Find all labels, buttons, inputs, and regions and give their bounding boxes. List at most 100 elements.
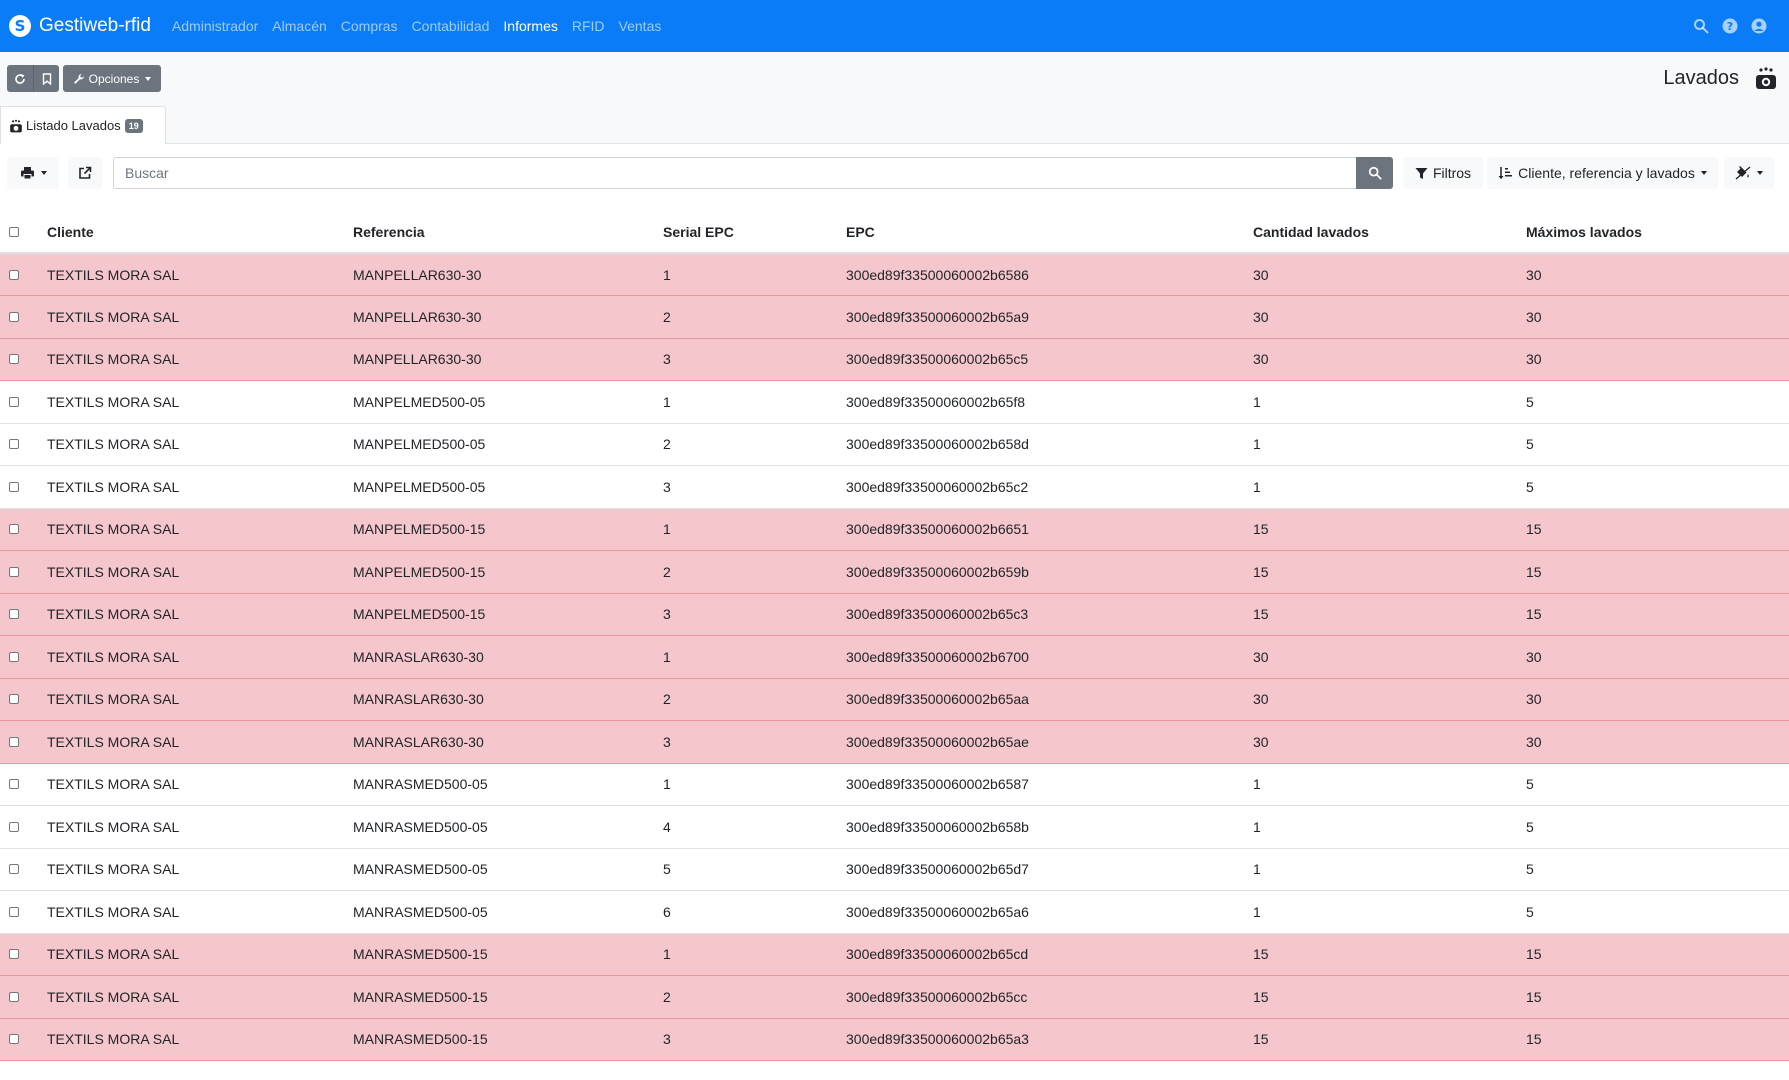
table-row[interactable]: TEXTILS MORA SAL MANPELMED500-05 2 300ed89f… <box>0 423 1789 466</box>
row-checkbox[interactable] <box>9 354 19 365</box>
table-row[interactable]: TEXTILS MORA SAL MANPELMED500-05 1 300ed89f… <box>0 380 1789 424</box>
color-dropdown-button[interactable] <box>1724 157 1774 189</box>
row-checkbox[interactable] <box>9 779 19 790</box>
table-row[interactable]: TEXTILS MORA SAL MANPELMED500-05 3 300ed89f… <box>0 465 1789 509</box>
row-checkbox[interactable] <box>9 311 19 322</box>
cell-maximos-lavados: 5 <box>1526 380 1789 424</box>
row-checkbox[interactable] <box>9 481 19 492</box>
cell-cantidad-lavados: 15 <box>1253 593 1526 636</box>
filters-button[interactable]: Filtros <box>1403 157 1483 189</box>
table-row[interactable]: TEXTILS MORA SAL MANPELMED500-15 1 300ed89f… <box>0 508 1789 551</box>
help-icon[interactable]: ? <box>1722 18 1738 34</box>
cell-cantidad-lavados: 1 <box>1253 423 1526 466</box>
cell-serial-epc: 3 <box>663 465 846 509</box>
nav-item-contabilidad[interactable]: Contabilidad <box>412 18 490 34</box>
cell-cliente: TEXTILS MORA SAL <box>47 805 353 849</box>
table-row[interactable]: TEXTILS MORA SAL MANRASMED500-05 6 300ed89f… <box>0 890 1789 934</box>
user-icon[interactable] <box>1751 18 1767 34</box>
cell-cliente: TEXTILS MORA SAL <box>47 423 353 466</box>
column-header-serial-epc[interactable]: Serial EPC <box>663 211 846 254</box>
cell-serial-epc: 1 <box>663 635 846 679</box>
nav-item-rfid[interactable]: RFID <box>572 18 605 34</box>
nav-item-almacen[interactable]: Almacén <box>272 18 326 34</box>
options-dropdown-button[interactable]: Opciones <box>63 65 161 92</box>
nav-item-ventas[interactable]: Ventas <box>619 18 662 34</box>
cell-cliente: TEXTILS MORA SAL <box>47 975 353 1019</box>
row-checkbox[interactable] <box>9 439 19 450</box>
select-all-checkbox[interactable] <box>9 226 19 237</box>
lavados-table: Cliente Referencia Serial EPC EPC Cantid… <box>0 211 1789 1061</box>
chevron-down-icon <box>145 76 152 81</box>
table-row[interactable]: TEXTILS MORA SAL MANRASMED500-15 2 300ed89f… <box>0 975 1789 1019</box>
cell-serial-epc: 3 <box>663 338 846 381</box>
table-row[interactable]: TEXTILS MORA SAL MANRASLAR630-30 1 300ed89f… <box>0 635 1789 679</box>
cell-cantidad-lavados: 15 <box>1253 508 1526 551</box>
table-row[interactable]: TEXTILS MORA SAL MANPELLAR630-30 2 300ed89f… <box>0 295 1789 339</box>
cell-epc: 300ed89f33500060002b6700 <box>846 635 1253 679</box>
bookmark-button[interactable] <box>33 65 59 92</box>
sort-dropdown-button[interactable]: Cliente, referencia y lavados <box>1487 157 1718 189</box>
cell-cliente: TEXTILS MORA SAL <box>47 550 353 594</box>
brand[interactable]: Gestiweb-rfid <box>9 15 151 37</box>
table-row[interactable]: TEXTILS MORA SAL MANRASMED500-05 1 300ed89f… <box>0 763 1789 806</box>
column-header-cliente[interactable]: Cliente <box>47 211 353 254</box>
search-input[interactable] <box>113 157 1357 189</box>
row-checkbox[interactable] <box>9 396 19 407</box>
cell-epc: 300ed89f33500060002b65c3 <box>846 593 1253 636</box>
row-checkbox[interactable] <box>9 609 19 620</box>
row-checkbox[interactable] <box>9 524 19 535</box>
cell-serial-epc: 6 <box>663 890 846 934</box>
cell-maximos-lavados: 5 <box>1526 423 1789 466</box>
cell-cantidad-lavados: 15 <box>1253 975 1526 1019</box>
nav-item-informes[interactable]: Informes <box>503 18 557 34</box>
row-checkbox[interactable] <box>9 694 19 705</box>
table-row[interactable]: TEXTILS MORA SAL MANPELLAR630-30 3 300ed89f… <box>0 338 1789 381</box>
column-header-epc[interactable]: EPC <box>846 211 1253 254</box>
row-checkbox[interactable] <box>9 991 19 1002</box>
column-header-cantidad-lavados[interactable]: Cantidad lavados <box>1253 211 1526 254</box>
cell-serial-epc: 5 <box>663 848 846 891</box>
cell-cantidad-lavados: 1 <box>1253 805 1526 849</box>
row-checkbox[interactable] <box>9 269 19 280</box>
search-button[interactable] <box>1356 157 1393 189</box>
row-checkbox[interactable] <box>9 1034 19 1045</box>
row-checkbox[interactable] <box>9 566 19 577</box>
row-checkbox[interactable] <box>9 736 19 747</box>
nav-item-administrador[interactable]: Administrador <box>172 18 258 34</box>
tab-listado-lavados[interactable]: Listado Lavados 19 <box>0 106 166 144</box>
cell-serial-epc: 1 <box>663 380 846 424</box>
table-row[interactable]: TEXTILS MORA SAL MANRASMED500-05 4 300ed89f… <box>0 805 1789 849</box>
table-row[interactable]: TEXTILS MORA SAL MANRASLAR630-30 3 300ed89f… <box>0 720 1789 764</box>
table-row[interactable]: TEXTILS MORA SAL MANRASMED500-15 3 300ed89f… <box>0 1018 1789 1061</box>
bookmark-icon <box>42 72 51 85</box>
row-checkbox[interactable] <box>9 906 19 917</box>
table-row[interactable]: TEXTILS MORA SAL MANPELMED500-15 3 300ed89f… <box>0 593 1789 636</box>
table-row[interactable]: TEXTILS MORA SAL MANRASLAR630-30 2 300ed89f… <box>0 678 1789 721</box>
column-header-maximos-lavados[interactable]: Máximos lavados <box>1526 211 1789 254</box>
row-checkbox[interactable] <box>9 651 19 662</box>
cell-cliente: TEXTILS MORA SAL <box>47 720 353 764</box>
print-dropdown-button[interactable] <box>7 157 59 189</box>
table-row[interactable]: TEXTILS MORA SAL MANPELMED500-15 2 300ed89f… <box>0 550 1789 594</box>
reload-button[interactable] <box>7 65 33 92</box>
nav-item-compras[interactable]: Compras <box>341 18 398 34</box>
cell-epc: 300ed89f33500060002b65a3 <box>846 1018 1253 1061</box>
column-header-referencia[interactable]: Referencia <box>353 211 663 254</box>
cell-cliente: TEXTILS MORA SAL <box>47 253 353 296</box>
row-checkbox[interactable] <box>9 864 19 875</box>
row-checkbox[interactable] <box>9 821 19 832</box>
cell-epc: 300ed89f33500060002b659b <box>846 550 1253 594</box>
row-checkbox[interactable] <box>9 949 19 960</box>
cell-serial-epc: 3 <box>663 720 846 764</box>
table-row[interactable]: TEXTILS MORA SAL MANRASMED500-05 5 300ed89f… <box>0 848 1789 891</box>
table-header-row: Cliente Referencia Serial EPC EPC Cantid… <box>0 211 1789 254</box>
cell-maximos-lavados: 15 <box>1526 1018 1789 1061</box>
cell-serial-epc: 4 <box>663 805 846 849</box>
paint-bucket-icon <box>1735 166 1751 180</box>
cell-epc: 300ed89f33500060002b658b <box>846 805 1253 849</box>
table-row[interactable]: TEXTILS MORA SAL MANPELLAR630-30 1 300ed89f… <box>0 253 1789 296</box>
open-external-button[interactable] <box>68 157 102 189</box>
search-icon[interactable] <box>1693 18 1709 34</box>
table-row[interactable]: TEXTILS MORA SAL MANRASMED500-15 1 300ed89f… <box>0 933 1789 976</box>
cell-maximos-lavados: 5 <box>1526 805 1789 849</box>
